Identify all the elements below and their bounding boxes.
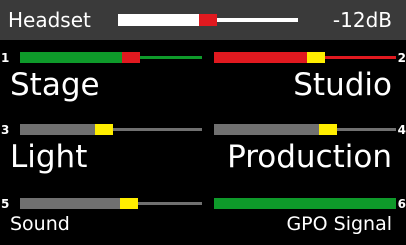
meter-peak-marker bbox=[319, 124, 337, 135]
channel-label: Light bbox=[10, 139, 88, 175]
channel-level-meter bbox=[20, 124, 202, 135]
channel-label: Stage bbox=[10, 67, 100, 103]
meter-peak-marker bbox=[120, 198, 138, 209]
channel-1[interactable]: 1 Stage bbox=[0, 46, 202, 110]
channel-level-meter bbox=[20, 198, 202, 209]
headset-volume-value: -12dB bbox=[332, 8, 392, 32]
meter-fill bbox=[214, 124, 319, 135]
channel-level-meter bbox=[214, 124, 396, 135]
channel-number: 2 bbox=[397, 51, 406, 65]
channel-number: 4 bbox=[397, 123, 406, 137]
meter-fill bbox=[214, 52, 307, 63]
meter-fill bbox=[20, 124, 95, 135]
meter-fill bbox=[20, 198, 120, 209]
channel-label: Studio bbox=[293, 67, 392, 103]
intercom-screen: Headset -12dB 1 Stage 2 Studio 3 Light 4… bbox=[0, 0, 406, 245]
channel-2[interactable]: 2 Studio bbox=[204, 46, 406, 110]
channel-number: 3 bbox=[1, 123, 10, 137]
channel-level-meter bbox=[214, 198, 396, 209]
channel-6[interactable]: 6 GPO Signal bbox=[204, 192, 406, 245]
channel-label: Production bbox=[227, 139, 392, 175]
channel-number: 1 bbox=[1, 51, 10, 65]
channel-label: GPO Signal bbox=[286, 213, 392, 235]
channel-5[interactable]: 5 Sound bbox=[0, 192, 202, 245]
headset-volume-fill bbox=[118, 14, 199, 26]
headset-volume-slider[interactable] bbox=[118, 14, 298, 26]
meter-peak-marker bbox=[95, 124, 113, 135]
meter-fill bbox=[214, 198, 396, 209]
meter-peak-marker bbox=[307, 52, 325, 63]
headset-volume-thumb[interactable] bbox=[199, 14, 217, 26]
meter-peak-marker bbox=[122, 52, 140, 63]
meter-fill bbox=[20, 52, 122, 63]
channel-number: 5 bbox=[1, 197, 10, 211]
channel-level-meter bbox=[214, 52, 396, 63]
channel-label: Sound bbox=[10, 213, 70, 235]
channel-3[interactable]: 3 Light bbox=[0, 118, 202, 182]
channel-number: 6 bbox=[397, 197, 406, 211]
headset-volume-bar[interactable]: Headset -12dB bbox=[0, 0, 406, 40]
headset-label: Headset bbox=[8, 8, 91, 32]
channel-4[interactable]: 4 Production bbox=[204, 118, 406, 182]
channel-level-meter bbox=[20, 52, 202, 63]
